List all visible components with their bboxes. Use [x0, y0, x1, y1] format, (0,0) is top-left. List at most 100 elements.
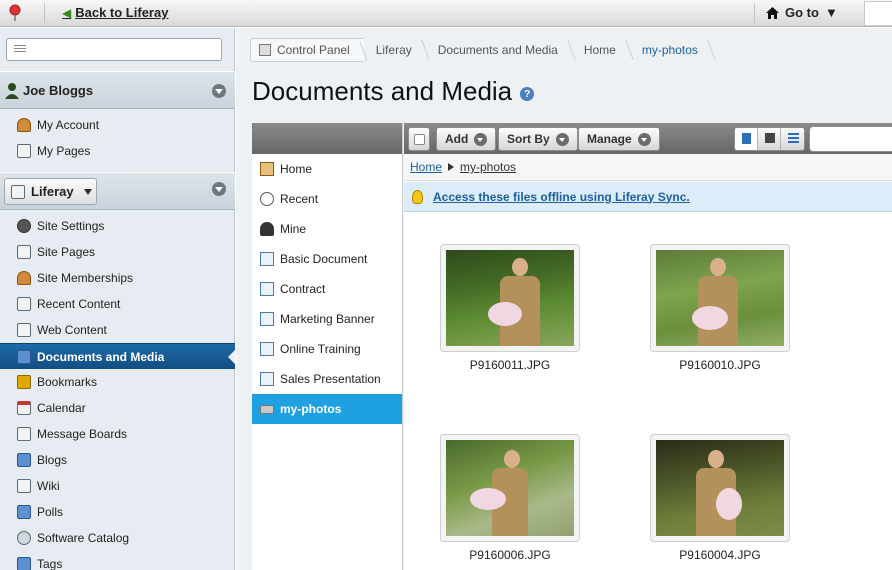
thumbnail-frame	[650, 244, 790, 352]
users-icon	[17, 271, 31, 285]
chevron-down-icon[interactable]	[212, 84, 226, 98]
sidebar-item-message-boards[interactable]: Message Boards	[0, 421, 235, 447]
breadcrumb-item[interactable]: Documents and Media	[426, 38, 572, 62]
control-panel-icon	[259, 44, 271, 56]
sidebar-item-my-pages[interactable]: My Pages	[0, 138, 235, 164]
sidebar-item-documents-and-media[interactable]: Documents and Media	[0, 343, 235, 369]
chevron-right-icon	[448, 163, 455, 171]
pages-icon	[17, 245, 31, 259]
file-entry[interactable]: P9160011.JPG	[440, 244, 580, 372]
sidebar-item-software-catalog[interactable]: Software Catalog	[0, 525, 235, 551]
select-all-checkbox[interactable]	[408, 127, 430, 151]
path-current-folder[interactable]: my-photos	[460, 160, 516, 174]
divider	[44, 3, 45, 23]
gear-icon	[17, 219, 31, 233]
folder-item-online-training[interactable]: Online Training	[252, 334, 402, 364]
user-section-header[interactable]: Joe Bloggs	[0, 71, 235, 109]
sidebar-item-polls[interactable]: Polls	[0, 499, 235, 525]
folder-item-sales-presentation[interactable]: Sales Presentation	[252, 364, 402, 394]
list-view-button[interactable]	[781, 128, 804, 150]
home-icon	[260, 162, 274, 176]
folder-panel-header	[252, 123, 402, 154]
chevron-down-icon: ▼	[824, 5, 838, 20]
help-icon[interactable]: ?	[520, 87, 535, 101]
sidebar-item-web-content[interactable]: Web Content	[0, 317, 235, 343]
folder-item-home[interactable]: Home	[252, 154, 402, 184]
person-icon	[5, 83, 19, 99]
page-title: Documents and Media ?	[252, 76, 535, 107]
sidebar-item-bookmarks[interactable]: Bookmarks	[0, 369, 235, 395]
document-type-icon	[260, 282, 274, 296]
folder-item-mine[interactable]: Mine	[252, 214, 402, 244]
folder-item-contract[interactable]: Contract	[252, 274, 402, 304]
descriptive-view-button[interactable]	[758, 128, 781, 150]
file-name: P9160004.JPG	[679, 548, 761, 562]
site-selector-button[interactable]: Liferay	[4, 178, 97, 205]
search-input[interactable]	[809, 126, 892, 152]
recent-content-icon	[17, 297, 31, 311]
breadcrumb-item[interactable]: my-photos	[630, 38, 712, 62]
chevron-down-icon	[83, 188, 92, 195]
go-to-label: Go to	[785, 5, 819, 20]
polls-icon	[17, 505, 31, 519]
file-entry[interactable]: P9160010.JPG	[650, 244, 790, 372]
site-section-header: Liferay	[0, 172, 235, 210]
pin-icon[interactable]	[8, 4, 22, 22]
liferay-sync-link[interactable]: Access these files offline using Liferay…	[433, 190, 690, 204]
go-to-menu[interactable]: Go to ▼	[754, 3, 838, 23]
back-to-liferay-link[interactable]: ◀ Back to Liferay	[62, 5, 168, 20]
file-entry[interactable]: P9160006.JPG	[440, 434, 580, 562]
sidebar-item-site-settings[interactable]: Site Settings	[0, 213, 235, 239]
sidebar-item-label: Site Pages	[37, 245, 96, 259]
person-icon	[260, 222, 274, 236]
documents-icon	[17, 349, 31, 364]
sort-by-button[interactable]: Sort By	[498, 127, 578, 151]
folder-navigation: Home Recent Mine Basic Document Contract…	[252, 123, 403, 570]
main-content: Control Panel Liferay Documents and Medi…	[236, 28, 892, 570]
folder-item-marketing-banner[interactable]: Marketing Banner	[252, 304, 402, 334]
folder-item-my-photos[interactable]: my-photos	[252, 394, 402, 424]
toolbar: Add Sort By Manage	[404, 123, 892, 154]
documents-content: Add Sort By Manage Home my-photos Access…	[404, 123, 892, 570]
folder-label: my-photos	[280, 402, 342, 416]
file-name: P9160006.JPG	[469, 548, 551, 562]
divider	[754, 3, 755, 23]
folder-item-recent[interactable]: Recent	[252, 184, 402, 214]
breadcrumb-item[interactable]: Liferay	[364, 38, 426, 62]
sidebar-item-site-memberships[interactable]: Site Memberships	[0, 265, 235, 291]
document-type-icon	[260, 372, 274, 386]
breadcrumb-item[interactable]: Control Panel	[250, 38, 364, 62]
sidebar-item-label: Message Boards	[37, 427, 128, 441]
add-button[interactable]: Add	[436, 127, 497, 151]
file-entry[interactable]: P9160004.JPG	[650, 434, 790, 562]
path-home-link[interactable]: Home	[410, 160, 442, 174]
sidebar-item-tags[interactable]: Tags	[0, 551, 235, 570]
sidebar-search-input[interactable]	[6, 38, 222, 61]
folder-label: Basic Document	[280, 252, 368, 266]
back-arrow-icon: ◀	[62, 5, 72, 20]
breadcrumb-label: Home	[583, 43, 616, 57]
descriptive-view-icon	[765, 133, 775, 143]
folder-item-basic-document[interactable]: Basic Document	[252, 244, 402, 274]
sidebar-item-site-pages[interactable]: Site Pages	[0, 239, 235, 265]
breadcrumb-item[interactable]: Home	[572, 38, 630, 62]
manage-button[interactable]: Manage	[578, 127, 660, 151]
sync-notice: Access these files offline using Liferay…	[404, 182, 892, 212]
sidebar-item-calendar[interactable]: Calendar	[0, 395, 235, 421]
sidebar-item-label: Blogs	[37, 453, 68, 467]
folder-label: Recent	[280, 192, 319, 206]
sidebar-item-recent-content[interactable]: Recent Content	[0, 291, 235, 317]
tags-icon	[17, 557, 31, 570]
sidebar-item-blogs[interactable]: Blogs	[0, 447, 235, 473]
icon-view-button[interactable]	[735, 128, 758, 150]
breadcrumb-label: Documents and Media	[437, 43, 558, 57]
file-name: P9160011.JPG	[469, 358, 551, 372]
chevron-down-icon[interactable]	[212, 182, 226, 196]
checkbox-icon	[413, 133, 425, 145]
thumbnail-frame	[440, 434, 580, 542]
sidebar-item-my-account[interactable]: My Account	[0, 112, 235, 138]
control-panel-sidebar: Joe Bloggs My Account My Pages Liferay S…	[0, 28, 235, 570]
user-avatar[interactable]	[864, 1, 892, 26]
sidebar-item-wiki[interactable]: Wiki	[0, 473, 235, 499]
list-icon	[14, 45, 26, 54]
